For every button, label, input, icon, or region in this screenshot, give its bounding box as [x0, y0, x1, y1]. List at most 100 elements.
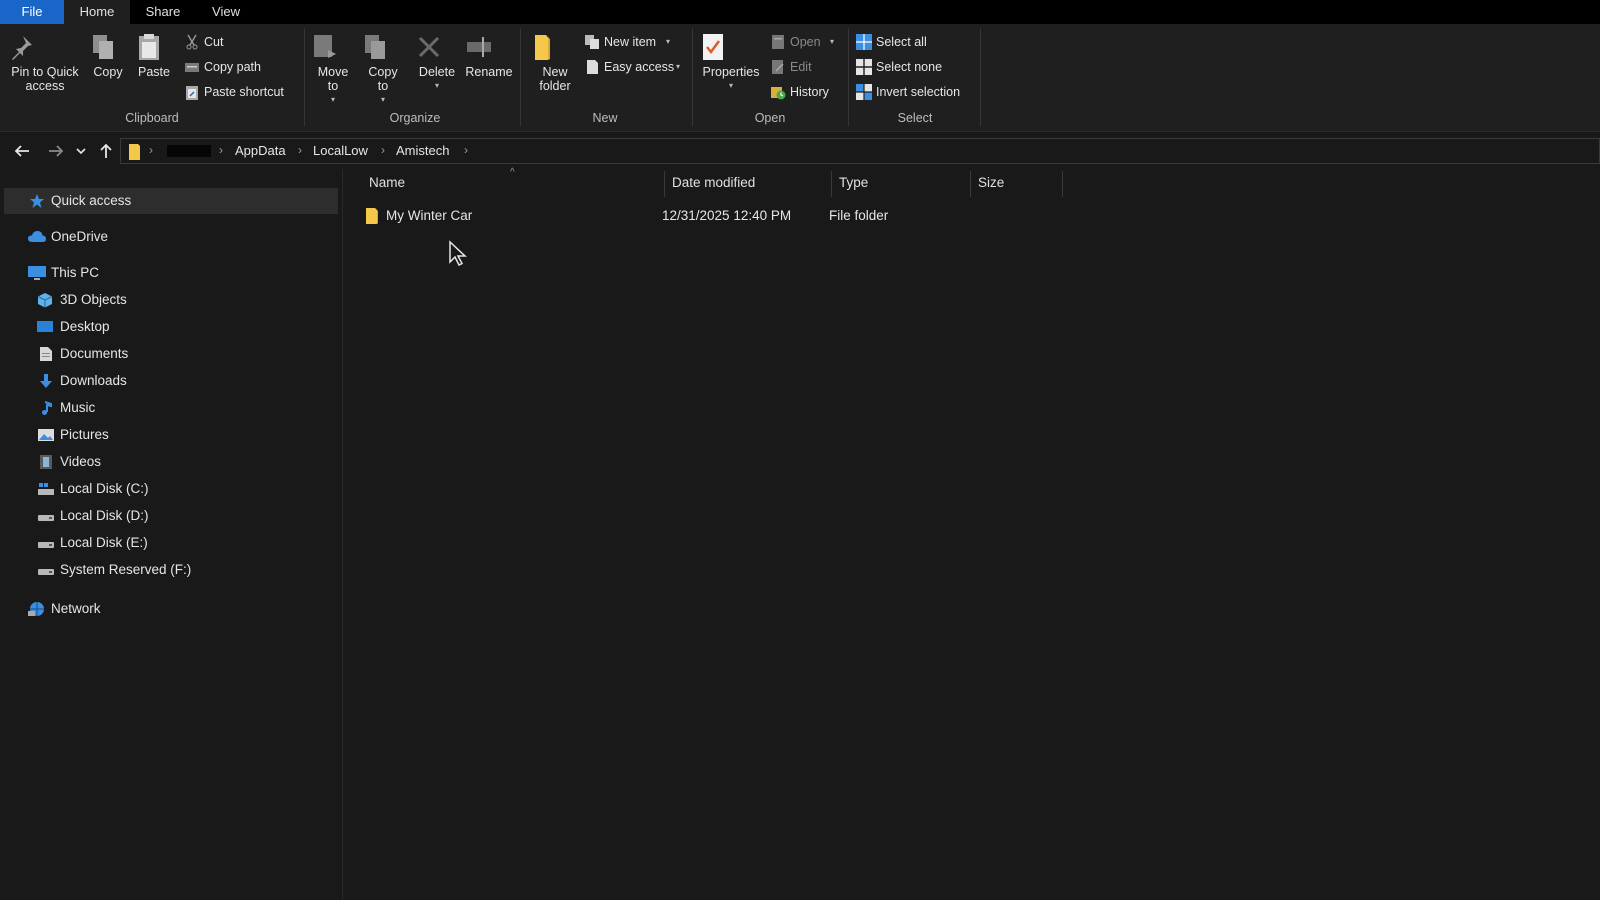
rename-label: Rename	[465, 65, 513, 79]
sidebar-item-onedrive[interactable]: OneDrive	[4, 224, 338, 250]
invert-selection-button[interactable]: Invert selection	[856, 82, 976, 102]
new-item-dropdown-arrow: ▾	[666, 37, 671, 46]
open-button[interactable]: Open ▾	[770, 32, 840, 52]
drive-icon	[37, 508, 55, 524]
column-divider[interactable]	[1062, 171, 1063, 197]
column-header-name[interactable]: Name	[369, 175, 405, 190]
cut-button[interactable]: Cut	[184, 32, 294, 52]
pin-icon	[6, 32, 84, 62]
rename-button[interactable]: Rename	[464, 32, 514, 79]
select-none-button[interactable]: Select none	[856, 57, 956, 77]
delete-button[interactable]: Delete ▾	[414, 32, 460, 93]
new-folder-button[interactable]: New folder	[528, 32, 582, 93]
select-none-icon	[856, 59, 872, 75]
copy-to-dropdown-arrow: ▾	[380, 95, 385, 104]
new-folder-icon	[528, 32, 582, 62]
easy-access-button[interactable]: Easy access ▾	[584, 57, 686, 77]
ribbon-separator	[980, 28, 981, 126]
properties-button[interactable]: Properties ▾	[698, 32, 764, 93]
breadcrumb-separator-icon: ›	[298, 143, 302, 157]
recent-locations-button[interactable]	[74, 141, 88, 161]
breadcrumb-locallow[interactable]: LocalLow	[313, 143, 368, 158]
delete-icon	[414, 32, 460, 62]
edit-icon	[770, 59, 786, 75]
address-bar[interactable]: › › AppData › LocalLow › Amistech ›	[120, 138, 1600, 164]
select-all-icon	[856, 34, 872, 50]
sidebar-item-label: This PC	[51, 265, 100, 280]
breadcrumb-appdata[interactable]: AppData	[235, 143, 286, 158]
back-arrow-icon	[14, 145, 29, 157]
select-all-button[interactable]: Select all	[856, 32, 956, 52]
folder-icon	[364, 207, 380, 225]
column-header-date-modified[interactable]: Date modified	[672, 175, 755, 190]
sidebar-item-desktop[interactable]: Desktop	[4, 314, 338, 340]
breadcrumb-separator-icon: ›	[149, 143, 153, 157]
pin-to-quick-access-button[interactable]: Pin to Quick access	[6, 32, 84, 93]
history-icon	[770, 84, 786, 100]
copy-to-button[interactable]: Copy to ▾	[360, 32, 406, 107]
edit-button[interactable]: Edit	[770, 57, 830, 77]
ribbon-separator	[520, 28, 521, 126]
sidebar-item-music[interactable]: Music	[4, 395, 338, 421]
tab-file[interactable]: File	[0, 0, 64, 24]
sidebar-item-local-disk-e[interactable]: Local Disk (E:)	[4, 530, 338, 556]
breadcrumb-separator-icon: ›	[219, 143, 223, 157]
star-icon	[29, 193, 45, 209]
column-divider[interactable]	[831, 171, 832, 197]
copy-button[interactable]: Copy	[88, 32, 128, 79]
column-divider[interactable]	[664, 171, 665, 197]
easy-access-dropdown-arrow: ▾	[676, 62, 681, 71]
tab-share[interactable]: Share	[134, 0, 192, 24]
paste-shortcut-button[interactable]: Paste shortcut	[184, 82, 296, 102]
history-button[interactable]: History	[770, 82, 840, 102]
sidebar-item-pictures[interactable]: Pictures	[4, 422, 338, 448]
invert-selection-label: Invert selection	[876, 85, 961, 99]
sidebar-item-label: Local Disk (D:)	[60, 508, 149, 523]
sidebar-item-label: Local Disk (E:)	[60, 535, 148, 550]
up-button[interactable]	[96, 141, 116, 161]
copy-path-button[interactable]: Copy path	[184, 57, 294, 77]
move-to-button[interactable]: Move to ▾	[310, 32, 356, 107]
paste-button[interactable]: Paste	[134, 32, 174, 79]
sidebar-item-quick-access[interactable]: Quick access	[4, 188, 338, 214]
sidebar-item-label: Quick access	[51, 193, 132, 208]
sidebar-item-local-disk-c[interactable]: Local Disk (C:)	[4, 476, 338, 502]
tab-home[interactable]: Home	[64, 0, 130, 24]
breadcrumb-amistech[interactable]: Amistech	[396, 143, 449, 158]
column-header-type[interactable]: Type	[839, 175, 868, 190]
music-note-icon	[38, 400, 54, 416]
tab-view[interactable]: View	[198, 0, 254, 24]
new-folder-label: New folder	[539, 65, 571, 93]
move-to-icon	[310, 32, 356, 62]
sidebar-item-documents[interactable]: Documents	[4, 341, 338, 367]
forward-button[interactable]	[46, 141, 66, 161]
mouse-cursor-icon	[448, 240, 470, 266]
breadcrumb-separator-icon: ›	[464, 143, 468, 157]
sidebar-item-this-pc[interactable]: This PC	[4, 260, 338, 286]
sort-ascending-icon: ^	[510, 167, 515, 178]
sidebar-item-downloads[interactable]: Downloads	[4, 368, 338, 394]
open-dropdown-arrow: ▾	[830, 37, 835, 46]
open-group-label: Open	[754, 111, 786, 125]
ribbon-tab-bar: File Home Share View	[0, 0, 1600, 24]
sidebar-item-system-reserved-f[interactable]: System Reserved (F:)	[4, 557, 338, 583]
back-button[interactable]	[12, 141, 32, 161]
properties-dropdown-arrow: ▾	[728, 81, 733, 90]
history-label: History	[790, 85, 829, 99]
column-divider[interactable]	[970, 171, 971, 197]
redacted-user-folder	[167, 145, 211, 157]
sidebar-item-local-disk-d[interactable]: Local Disk (D:)	[4, 503, 338, 529]
sidebar-item-3d-objects[interactable]: 3D Objects	[4, 287, 338, 313]
drive-icon	[37, 535, 55, 551]
sidebar-item-network[interactable]: Network	[4, 596, 338, 622]
sidebar-item-videos[interactable]: Videos	[4, 449, 338, 475]
column-header-size[interactable]: Size	[978, 175, 1004, 190]
new-item-button[interactable]: New item ▾	[584, 32, 684, 52]
delete-label: Delete	[418, 65, 456, 79]
table-row[interactable]: My Winter Car 12/31/2025 12:40 PM File f…	[354, 203, 1054, 229]
ribbon-separator	[304, 28, 305, 126]
select-group-label: Select	[897, 111, 933, 125]
paste-icon	[134, 32, 174, 62]
network-icon	[27, 601, 47, 617]
drive-icon	[37, 562, 55, 578]
